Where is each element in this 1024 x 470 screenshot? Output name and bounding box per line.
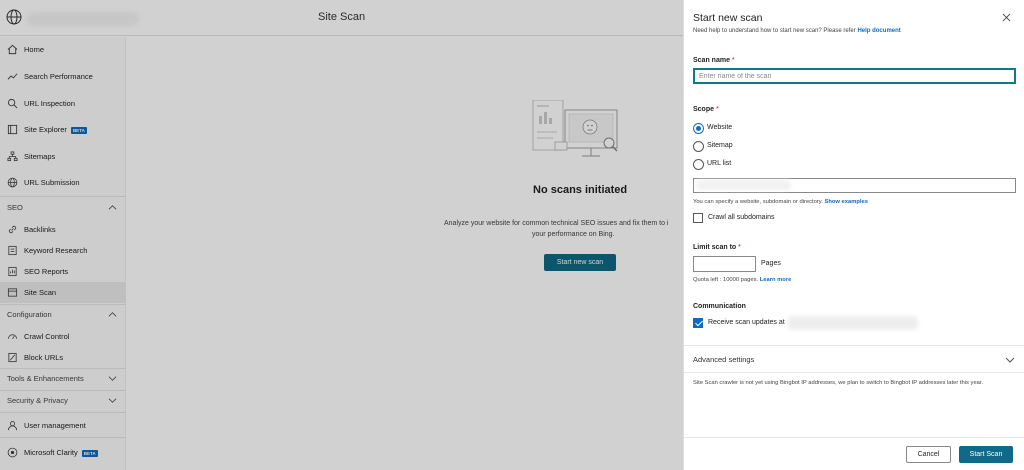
limit-scan-label: Limit scan to * <box>693 244 741 251</box>
panel-title: Start new scan <box>693 12 763 24</box>
scope-sitemap-radio[interactable] <box>693 141 704 152</box>
panel-divider <box>684 345 1024 346</box>
scope-website-label: Website <box>707 124 733 131</box>
pages-unit-label: Pages <box>761 260 781 267</box>
scope-label: Scope * <box>693 106 719 113</box>
redacted-email <box>788 316 918 330</box>
start-scan-button[interactable]: Start Scan <box>959 446 1013 463</box>
show-examples-link[interactable]: Show examples <box>824 199 868 205</box>
redacted-url <box>696 180 791 190</box>
chevron-down-icon[interactable] <box>1005 355 1015 365</box>
close-icon[interactable] <box>1002 13 1011 22</box>
scope-website-radio[interactable] <box>693 123 704 134</box>
scope-url-list-label: URL list <box>707 160 732 167</box>
advanced-settings-toggle[interactable]: Advanced settings <box>693 355 754 364</box>
page-limit-input[interactable] <box>693 256 756 272</box>
receive-updates-label: Receive scan updates at <box>708 319 785 326</box>
panel-divider <box>684 372 1024 373</box>
receive-updates-checkbox[interactable] <box>693 318 703 328</box>
communication-label: Communication <box>693 303 746 310</box>
scope-url-list-radio[interactable] <box>693 159 704 170</box>
modal-overlay[interactable] <box>0 0 683 470</box>
crawl-subdomains-checkbox[interactable] <box>693 213 703 223</box>
learn-more-link[interactable]: Learn more <box>760 277 792 283</box>
help-document-link[interactable]: Help document <box>857 28 900 34</box>
start-new-scan-panel: Start new scan Need help to understand h… <box>683 0 1024 470</box>
scan-name-input[interactable] <box>693 68 1016 84</box>
scan-name-label: Scan name * <box>693 57 735 64</box>
help-text: Need help to understand how to start new… <box>693 28 901 34</box>
quota-text: Quota left : 10000 pages. Learn more <box>693 277 792 283</box>
crawler-note: Site Scan crawler is not yet using Bingb… <box>693 380 984 386</box>
scope-sitemap-label: Sitemap <box>707 142 733 149</box>
scope-hint: You can specify a website, subdomain or … <box>693 199 868 205</box>
cancel-button[interactable]: Cancel <box>906 446 951 463</box>
crawl-subdomains-label: Crawl all subdomains <box>708 214 775 221</box>
panel-footer-divider <box>684 437 1024 438</box>
